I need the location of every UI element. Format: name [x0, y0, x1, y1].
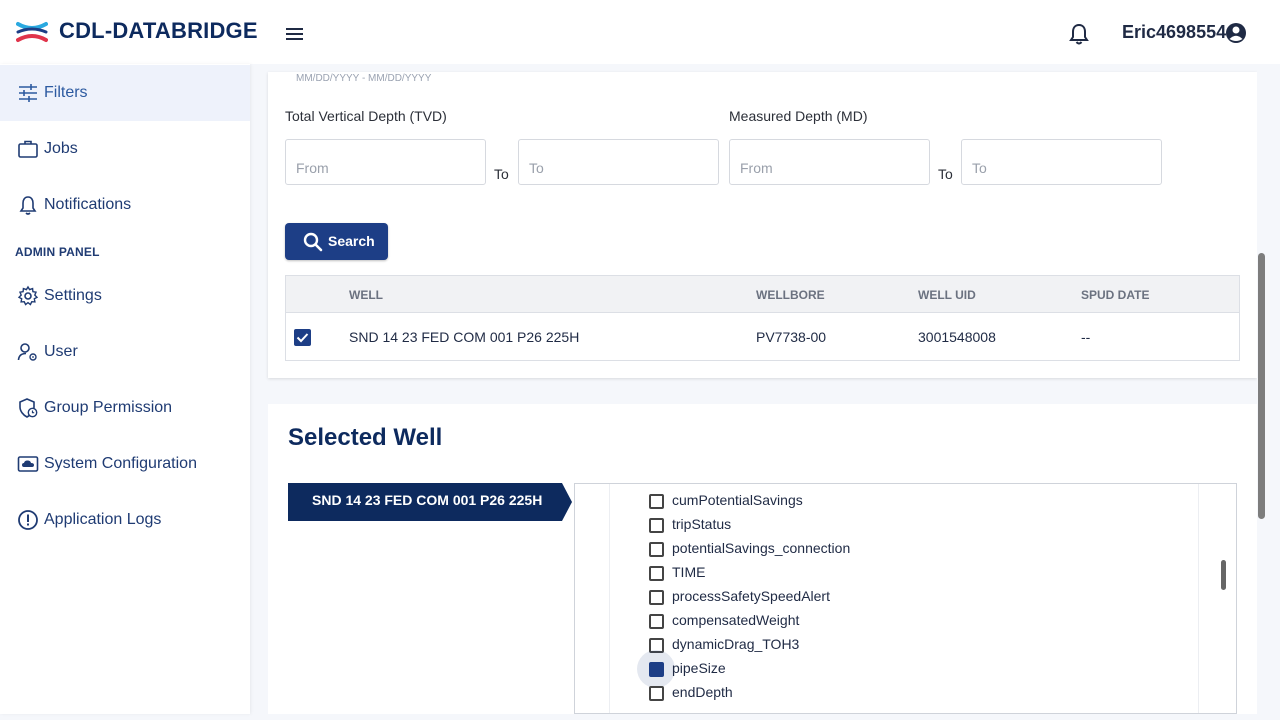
md-label: Measured Depth (MD): [729, 108, 868, 124]
sidebar-item-label: User: [44, 343, 78, 360]
md-from-input[interactable]: [729, 139, 930, 185]
sidebar-item-user[interactable]: User: [0, 324, 250, 380]
tvd-to-label: To: [494, 166, 509, 182]
check-icon: [296, 333, 309, 343]
selected-well-tab[interactable]: SND 14 23 FED COM 001 P26 225H: [288, 483, 572, 521]
sidebar: Filters Jobs Notifications ADMIN PANEL S…: [0, 64, 250, 714]
selected-well-tab-label: SND 14 23 FED COM 001 P26 225H: [312, 492, 543, 508]
parameter-label: processSafetySpeedAlert: [672, 588, 830, 604]
cell-well: SND 14 23 FED COM 001 P26 225H: [349, 329, 580, 345]
user-settings-icon: [17, 343, 37, 361]
parameter-label: cumPotentialSavings: [672, 492, 803, 508]
checkbox[interactable]: [649, 686, 664, 701]
md-to-label: To: [938, 166, 953, 182]
sidebar-item-group-permission[interactable]: Group Permission: [0, 380, 250, 436]
logo-icon: [16, 22, 48, 42]
sidebar-item-label: Settings: [44, 287, 102, 304]
search-button-label: Search: [328, 233, 375, 249]
parameter-label: tripStatus: [672, 516, 732, 532]
parameter-label: dynamicDrag_TOH3: [672, 636, 800, 652]
cell-spud-date: --: [1081, 329, 1091, 345]
table-header: WELL WELLBORE WELL UID SPUD DATE: [286, 276, 1239, 313]
column-header-wellbore[interactable]: WELLBORE: [756, 288, 825, 302]
cell-well-uid: 3001548008: [918, 329, 996, 345]
column-header-well[interactable]: WELL: [349, 288, 383, 302]
sidebar-item-notifications[interactable]: Notifications: [0, 177, 250, 233]
sidebar-item-system-configuration[interactable]: System Configuration: [0, 436, 250, 492]
hamburger-menu-icon[interactable]: [284, 24, 306, 44]
checkbox[interactable]: [649, 614, 664, 629]
sidebar-item-label: Application Logs: [44, 511, 162, 528]
parameter-label: potentialSavings_connection: [672, 540, 851, 556]
checkbox[interactable]: [649, 518, 664, 533]
brand-name: CDL-DATABRIDGE: [59, 18, 258, 43]
parameter-label: endDepth: [672, 684, 733, 700]
date-range-hint: MM/DD/YYYY - MM/DD/YYYY: [296, 73, 432, 84]
bell-icon[interactable]: [1068, 22, 1090, 46]
md-to-input[interactable]: [961, 139, 1162, 185]
sidebar-item-settings[interactable]: Settings: [0, 268, 250, 324]
cell-wellbore: PV7738-00: [756, 329, 827, 345]
results-table: WELL WELLBORE WELL UID SPUD DATE SND 14 …: [285, 275, 1240, 361]
top-header: CDL-DATABRIDGE Eric4698554: [0, 0, 1280, 64]
sidebar-item-jobs[interactable]: Jobs: [0, 121, 250, 177]
shield-clock-icon: [19, 398, 38, 418]
alert-circle-icon: [18, 510, 38, 530]
parameter-label: compensatedWeight: [672, 612, 800, 628]
sidebar-item-label: Group Permission: [44, 399, 173, 416]
checkbox[interactable]: [649, 494, 664, 509]
briefcase-icon: [18, 140, 38, 158]
parameter-label: pipeSize: [672, 660, 726, 676]
checkbox[interactable]: [649, 590, 664, 605]
parameter-label: TIME: [672, 564, 706, 580]
parameter-list: cumPotentialSavings tripStatus potential…: [574, 483, 1237, 714]
gear-icon: [17, 285, 39, 306]
search-button[interactable]: Search: [285, 223, 388, 260]
cloud-monitor-icon: [17, 456, 39, 472]
selected-well-title: Selected Well: [288, 424, 443, 451]
checkbox-checked[interactable]: [649, 662, 664, 677]
checkbox[interactable]: [649, 566, 664, 581]
column-header-spud-date[interactable]: SPUD DATE: [1081, 288, 1149, 302]
sidebar-item-label: System Configuration: [44, 455, 197, 472]
admin-panel-heading: ADMIN PANEL: [15, 245, 100, 259]
page-scrollbar-thumb[interactable]: [1258, 253, 1265, 519]
sidebar-item-filters[interactable]: Filters: [0, 65, 250, 121]
column-header-well-uid[interactable]: WELL UID: [918, 288, 976, 302]
bell-icon: [19, 196, 37, 215]
sidebar-item-application-logs[interactable]: Application Logs: [0, 492, 250, 548]
tvd-label: Total Vertical Depth (TVD): [285, 108, 447, 124]
checkbox[interactable]: [649, 542, 664, 557]
tvd-to-input[interactable]: [518, 139, 719, 185]
sidebar-item-label: Jobs: [44, 140, 78, 157]
tvd-from-input[interactable]: [285, 139, 486, 185]
sidebar-item-label: Notifications: [44, 196, 132, 213]
search-icon: [303, 232, 323, 252]
username-label[interactable]: Eric4698554: [1122, 22, 1226, 43]
tune-icon: [19, 84, 37, 102]
account-circle-icon[interactable]: [1225, 22, 1247, 44]
row-checkbox[interactable]: [294, 329, 311, 346]
sidebar-item-label: Filters: [44, 84, 88, 101]
parameter-list-scrollbar[interactable]: [1221, 560, 1226, 590]
